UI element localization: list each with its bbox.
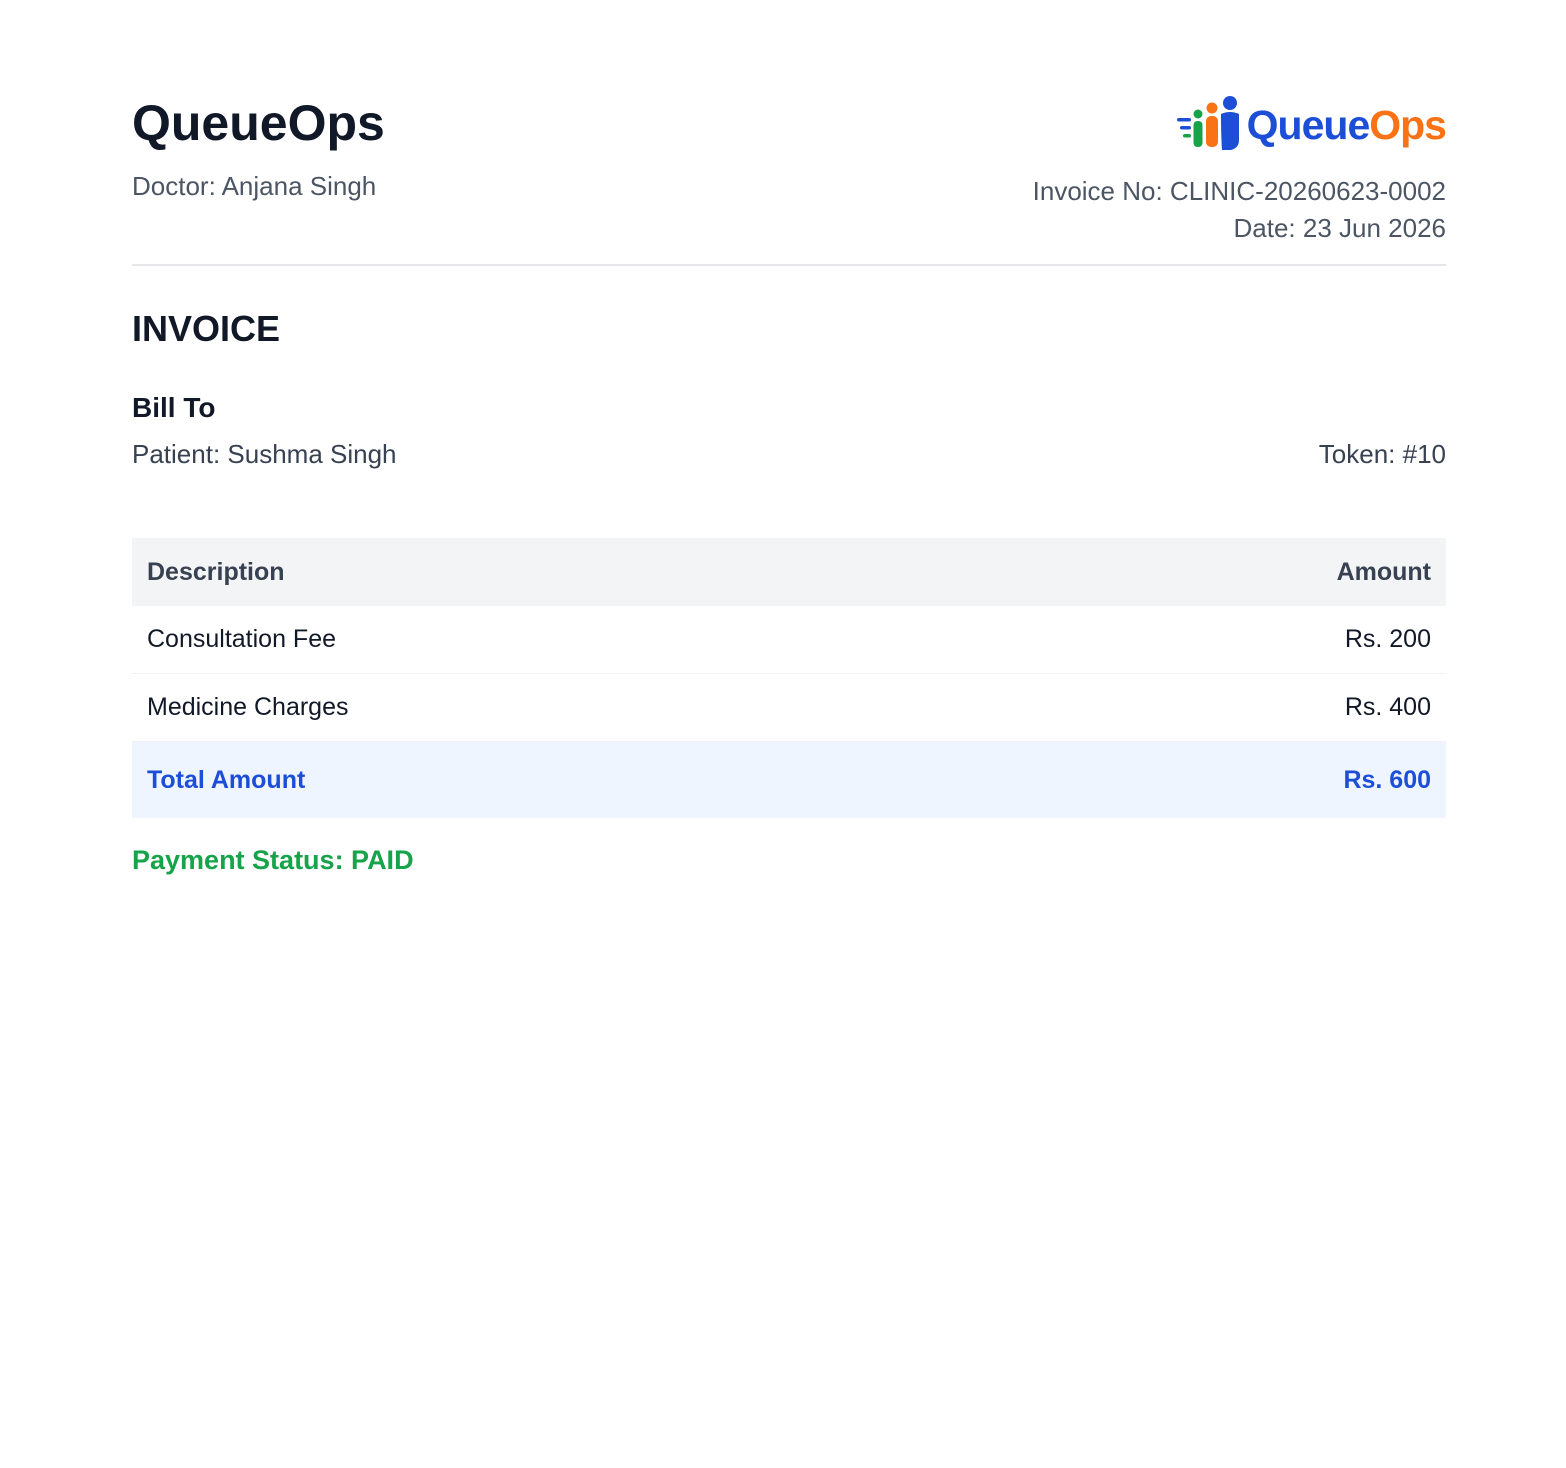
invoice-number: Invoice No: CLINIC-20260623-0002: [1032, 176, 1446, 206]
token-number: Token: #10: [1318, 439, 1446, 469]
invoice-page: QueueOps Doctor: Anjana Singh QueueOps I…: [0, 0, 1566, 1468]
total-row: Total Amount Rs. 600: [132, 741, 1446, 818]
invoice-content: QueueOps Doctor: Anjana Singh QueueOps I…: [132, 0, 1447, 875]
row-amount: Rs. 200: [986, 606, 1446, 674]
invoice-title: INVOICE: [132, 308, 281, 349]
queueops-logo: QueueOps: [1175, 96, 1447, 154]
invoice-date: Date: 23 Jun 2026: [1233, 213, 1447, 243]
table-row: Consultation Fee Rs. 200: [132, 606, 1446, 674]
clinic-name: QueueOps: [132, 95, 385, 151]
line-items-table: Description Amount Consultation Fee Rs. …: [132, 538, 1446, 818]
bill-to-label: Bill To: [132, 392, 216, 423]
description-header: Description: [132, 538, 987, 606]
invoice-meta: Invoice No: CLINIC-20260623-0002 Date: 2…: [1033, 173, 1446, 247]
people-queue-icon: [1175, 96, 1245, 154]
invoice-header: QueueOps Doctor: Anjana Singh QueueOps I…: [132, 0, 1447, 266]
logo-text: QueueOps: [1246, 102, 1447, 148]
table-row: Medicine Charges Rs. 400: [132, 673, 1446, 742]
total-label: Total Amount: [132, 741, 987, 818]
total-amount: Rs. 600: [986, 741, 1446, 818]
row-amount: Rs. 400: [986, 673, 1446, 742]
row-description: Consultation Fee: [132, 606, 987, 674]
doctor-line: Doctor: Anjana Singh: [132, 171, 377, 201]
payment-status: Payment Status: PAID: [132, 845, 414, 875]
patient-name: Patient: Sushma Singh: [132, 439, 397, 469]
table-header-row: Description Amount: [132, 538, 1446, 606]
row-description: Medicine Charges: [132, 673, 987, 742]
amount-header: Amount: [986, 538, 1446, 606]
